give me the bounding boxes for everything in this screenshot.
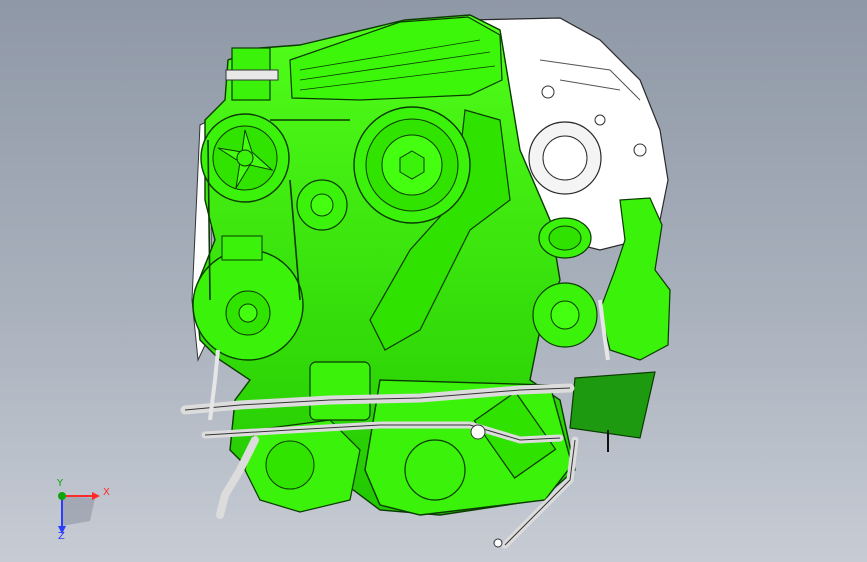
idler-pulley-hub	[310, 193, 334, 217]
housing-bolt	[541, 85, 555, 99]
x-axis-label: X	[103, 487, 110, 498]
alternator-hub	[238, 303, 258, 323]
housing-bolt	[633, 143, 647, 157]
water-pump-hub	[550, 300, 580, 330]
hose-clamp	[493, 538, 503, 548]
flywheel-hub-inner	[542, 135, 588, 181]
oil-filter	[309, 361, 371, 421]
z-axis-label: Z	[58, 531, 65, 542]
tri-spoke-hub	[236, 149, 254, 167]
triad-shadow	[62, 496, 95, 526]
y-axis-label: Y	[57, 478, 64, 489]
alternator-mount	[221, 235, 263, 261]
compressor-pulley	[265, 440, 315, 490]
thermostat-outlet-inner	[548, 225, 582, 251]
x-axis-head	[92, 492, 100, 500]
housing-bolt	[594, 114, 606, 126]
graphics-viewport[interactable]: X Y Z	[0, 0, 867, 562]
y-axis-origin	[58, 492, 66, 500]
mount-bracket	[569, 371, 656, 439]
lower-pulley	[404, 439, 466, 501]
hose-clamp	[470, 424, 486, 440]
filler-clamp	[225, 69, 279, 81]
engine-assembly-model[interactable]	[0, 0, 867, 562]
